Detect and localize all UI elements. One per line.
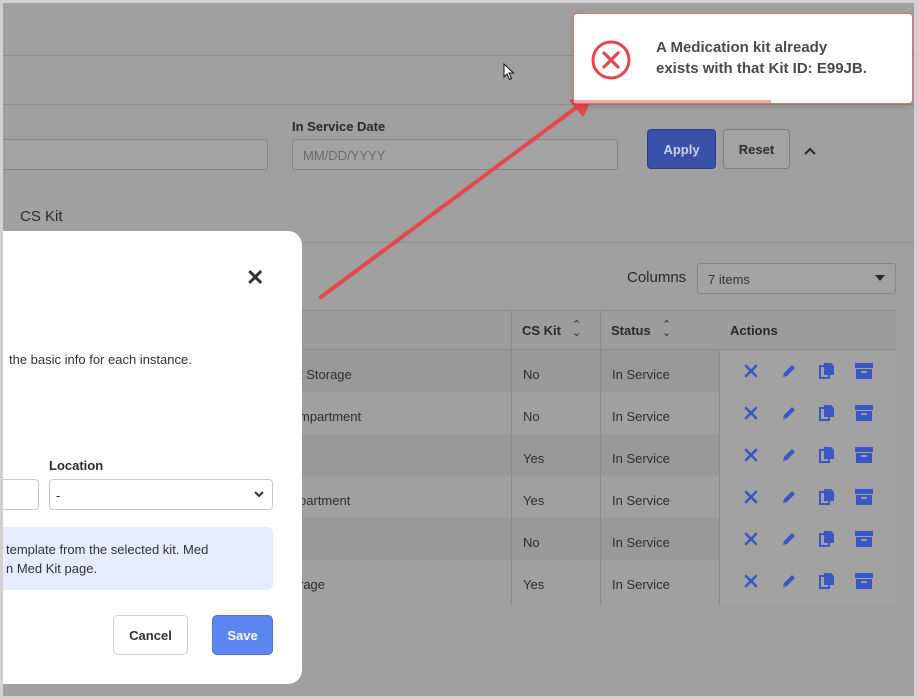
screen-frame: In Service Date MM/DD/YYYY Apply Reset C… [0,0,917,699]
annotation-arrow [319,94,595,299]
mouse-cursor-icon [503,62,515,86]
toast-message-line1: A Medication kit already [656,39,828,56]
error-x-circle-icon [590,39,632,86]
error-toast[interactable]: A Medication kit already exists with tha… [573,13,913,104]
toast-message-line2: exists with that Kit ID: E99JB. [656,60,867,77]
toast-progress-bar [574,100,772,103]
